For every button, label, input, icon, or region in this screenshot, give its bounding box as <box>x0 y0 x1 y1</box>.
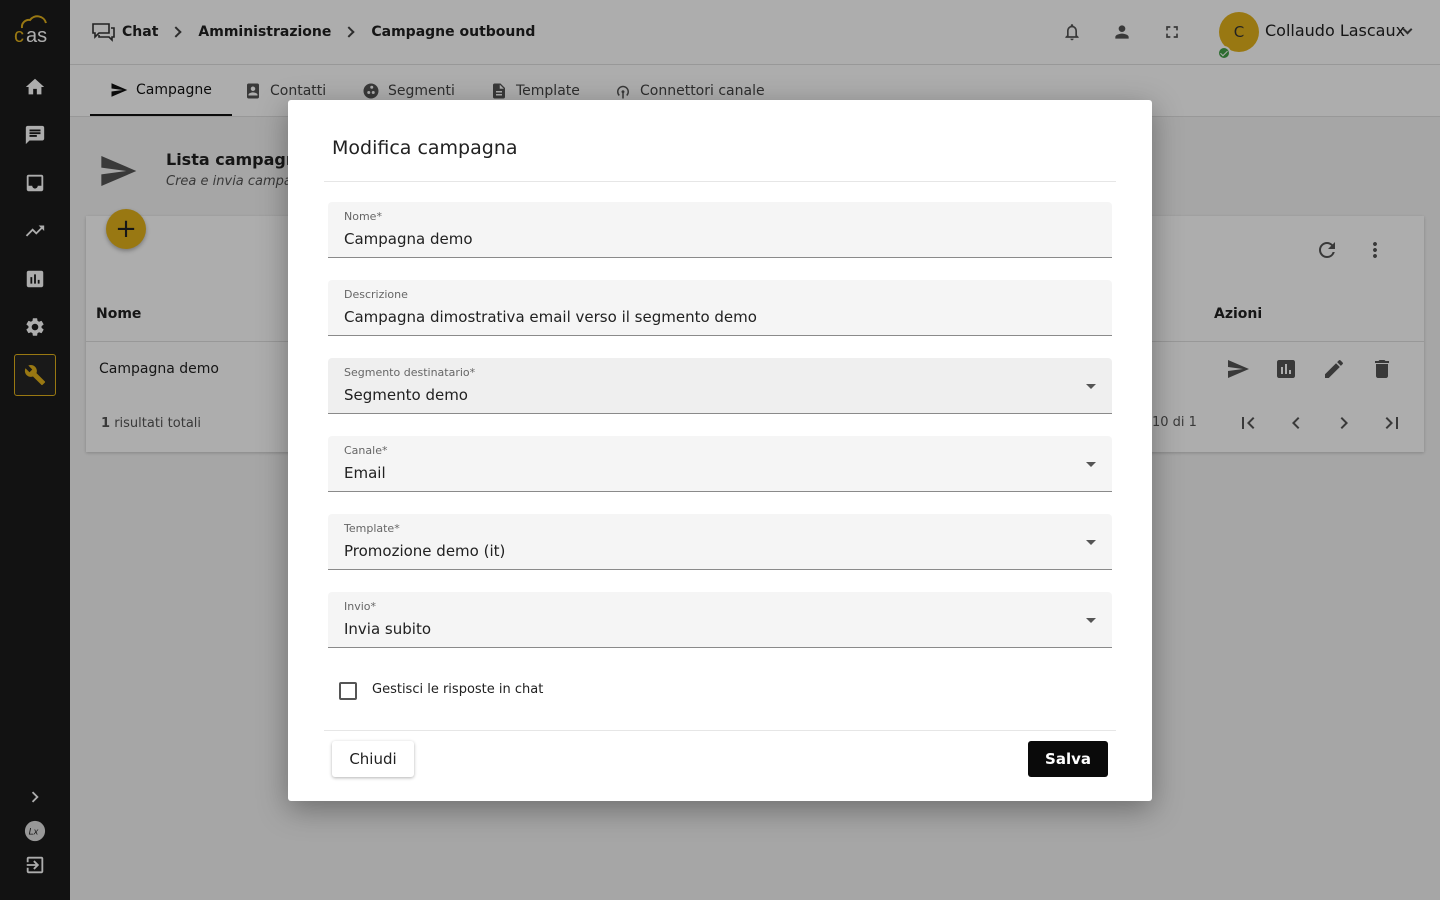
field-value[interactable]: Campagna demo <box>344 230 473 248</box>
close-button[interactable]: Chiudi <box>332 741 414 777</box>
field-label: Invio* <box>344 600 377 613</box>
field-value[interactable]: Segmento demo <box>344 386 468 404</box>
dropdown-arrow-icon[interactable] <box>1086 540 1096 545</box>
dialog-title: Modifica campagna <box>332 137 518 159</box>
invio-select[interactable]: Invio* Invia subito <box>328 592 1112 648</box>
field-value[interactable]: Promozione demo (it) <box>344 542 505 560</box>
template-select[interactable]: Template* Promozione demo (it) <box>328 514 1112 570</box>
canale-select[interactable]: Canale* Email <box>328 436 1112 492</box>
descrizione-field[interactable]: Descrizione Campagna dimostrativa email … <box>328 280 1112 336</box>
nome-field[interactable]: Nome* Campagna demo <box>328 202 1112 258</box>
divider <box>324 181 1116 182</box>
gestisci-risposte-checkbox[interactable] <box>339 682 357 700</box>
field-value[interactable]: Invia subito <box>344 620 431 638</box>
field-value[interactable]: Campagna dimostrativa email verso il seg… <box>344 308 757 326</box>
dropdown-arrow-icon[interactable] <box>1086 618 1096 623</box>
edit-campaign-dialog: Modifica campagna Nome* Campagna demo De… <box>288 100 1152 801</box>
field-label: Descrizione <box>344 288 408 301</box>
dropdown-arrow-icon[interactable] <box>1086 384 1096 389</box>
field-label: Canale* <box>344 444 388 457</box>
save-button[interactable]: Salva <box>1028 741 1108 777</box>
dropdown-arrow-icon[interactable] <box>1086 462 1096 467</box>
field-label: Segmento destinatario* <box>344 366 476 379</box>
segmento-select[interactable]: Segmento destinatario* Segmento demo <box>328 358 1112 414</box>
field-label: Template* <box>344 522 400 535</box>
divider <box>324 730 1116 731</box>
field-label: Nome* <box>344 210 382 223</box>
checkbox-label[interactable]: Gestisci le risposte in chat <box>372 682 543 697</box>
field-value[interactable]: Email <box>344 464 386 482</box>
